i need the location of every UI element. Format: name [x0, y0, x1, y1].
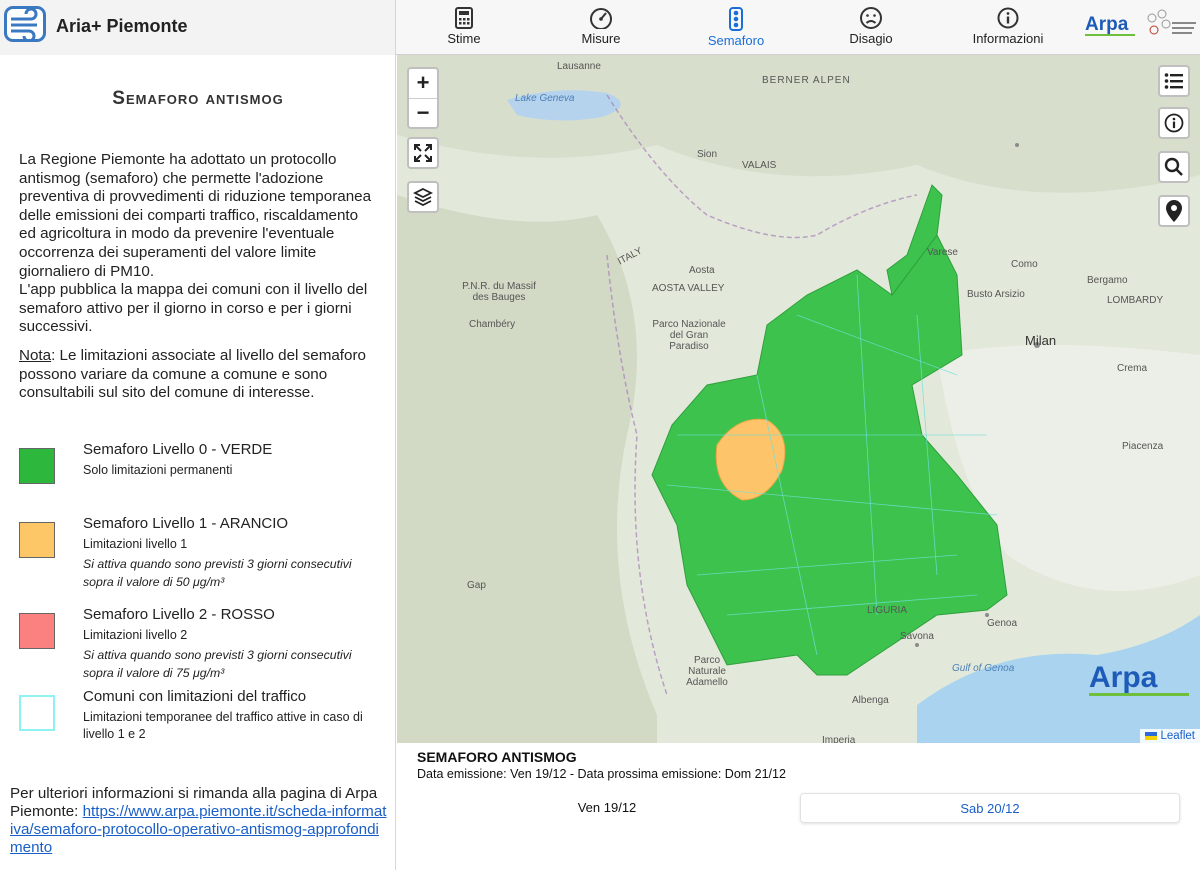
legend-swatch-green: [19, 448, 55, 484]
legend-title: Semaforo Livello 1 - ARANCIO: [83, 515, 289, 532]
day-tab-today[interactable]: Ven 19/12: [417, 793, 797, 823]
app-title: Aria+ Piemonte: [56, 16, 188, 36]
app-logo-icon: [4, 6, 46, 43]
map-label: Piacenza: [1122, 441, 1164, 452]
sad-face-icon: [860, 7, 882, 29]
map-label: Milan: [1025, 333, 1057, 348]
map-info-button[interactable]: [1158, 107, 1190, 139]
map-view[interactable]: Lausanne Lake Geneva Sion VALAIS ITALY A…: [397, 55, 1200, 743]
fullscreen-button[interactable]: [407, 137, 439, 169]
map-label: Parco Naturale Adamello: [686, 655, 728, 688]
map-label: Gap: [467, 580, 486, 591]
top-header: Aria+ Piemonte Stime Misure Semaforo Dis…: [0, 0, 1200, 55]
map-label: LOMBARDY: [1107, 295, 1164, 306]
list-button[interactable]: [1158, 65, 1190, 97]
intro-paragraph-1: La Regione Piemonte ha adottato un proto…: [19, 151, 372, 280]
more-info: Per ulteriori informazioni si rimanda al…: [10, 785, 388, 857]
map-label: VALAIS: [742, 160, 777, 171]
map-label: Crema: [1117, 363, 1148, 374]
tab-semaforo[interactable]: Semaforo: [701, 0, 771, 55]
legend-swatch-orange: [19, 522, 55, 558]
ukraine-flag-icon: [1145, 731, 1158, 740]
tab-informazioni-label: Informazioni: [972, 31, 1044, 46]
map-label: Lausanne: [557, 61, 601, 72]
legend-title: Semaforo Livello 0 - VERDE: [83, 441, 273, 458]
legend-subtitle: Solo limitazioni permanenti: [83, 463, 233, 477]
day-tab-tomorrow[interactable]: Sab 20/12: [800, 793, 1180, 823]
locate-button[interactable]: [1158, 195, 1190, 227]
tab-disagio[interactable]: Disagio: [841, 0, 901, 55]
panel-title: SEMAFORO ANTISMOG: [417, 749, 577, 765]
map-label: Gulf of Genoa: [952, 663, 1015, 674]
legend-title: Semaforo Livello 2 - ROSSO: [83, 606, 275, 623]
map-label: Chambéry: [469, 319, 516, 330]
arpa-logo-text: Arpa: [1085, 14, 1129, 35]
legend-description: Si attiva quando sono previsti 3 giorni …: [83, 648, 352, 680]
info-icon: [997, 7, 1019, 29]
intro-paragraph-2: L'app pubblica la mappa dei comuni con i…: [19, 281, 368, 336]
map-label: Como: [1011, 259, 1038, 270]
legend-swatch-cyan: [19, 695, 55, 731]
layers-icon: [413, 187, 433, 207]
list-icon: [1164, 73, 1183, 89]
legend-title: Comuni con limitazioni del traffico: [83, 688, 307, 705]
forecast-panel: SEMAFORO ANTISMOG Data emissione: Ven 19…: [397, 743, 1200, 870]
leaflet-link[interactable]: Leaflet: [1160, 730, 1195, 742]
map-label: Busto Arsizio: [967, 289, 1025, 300]
map-label: Aosta: [689, 265, 715, 276]
legend-subtitle: Limitazioni temporanee del traffico atti…: [83, 710, 363, 741]
map-label: AOSTA VALLEY: [652, 283, 725, 294]
note-body: : Le limitazioni associate al livello de…: [19, 347, 366, 402]
map-label: P.N.R. du Massif des Bauges: [462, 281, 536, 303]
map-label: Imperia: [822, 735, 856, 743]
gauge-icon: [590, 8, 612, 29]
main-nav: Stime Misure Semaforo Disagio Informazio…: [396, 0, 1076, 55]
layers-button[interactable]: [407, 181, 439, 213]
tab-informazioni[interactable]: Informazioni: [966, 0, 1050, 55]
map-label: Lake Geneva: [515, 93, 575, 104]
search-icon: [1164, 157, 1183, 176]
map-label: Genoa: [987, 618, 1018, 629]
tab-semaforo-label: Semaforo: [707, 33, 765, 48]
fullscreen-icon: [414, 144, 432, 162]
sidebar-title: Semaforo antismog: [112, 88, 284, 109]
arpa-logo: Arpa: [1085, 8, 1137, 45]
map-label: Albenga: [852, 695, 889, 706]
map-label: BERNER ALPEN: [762, 75, 851, 86]
location-pin-icon: [1166, 200, 1182, 222]
tab-stime-label: Stime: [447, 31, 481, 46]
arpa-map-logo: Arpa: [1087, 655, 1197, 712]
map-label: Bergamo: [1087, 275, 1128, 286]
legend-description: Si attiva quando sono previsti 3 giorni …: [83, 557, 352, 589]
note-text: Nota: Le limitazioni associate al livell…: [19, 347, 381, 403]
info-sidebar: Semaforo antismog La Regione Piemonte ha…: [0, 55, 396, 870]
tab-disagio-label: Disagio: [849, 31, 893, 46]
map-label: Sion: [697, 149, 718, 160]
map-label: Varese: [927, 247, 958, 258]
zoom-out-button[interactable]: −: [409, 98, 437, 127]
sistema-nazionale-logo: [1142, 8, 1198, 49]
map-label: Parco Nazionale del Gran Paradiso: [652, 319, 726, 352]
traffic-light-icon: [729, 7, 743, 31]
map-label: LIGURIA: [867, 605, 908, 616]
tab-misure-label: Misure: [581, 31, 621, 46]
intro-text: La Regione Piemonte ha adottato un proto…: [19, 151, 379, 337]
zoom-in-button[interactable]: +: [409, 69, 437, 98]
app-brand: Aria+ Piemonte: [0, 0, 396, 55]
zoom-control: + −: [407, 67, 439, 129]
note-label: Nota: [19, 347, 52, 364]
tab-misure[interactable]: Misure: [571, 0, 631, 55]
search-button[interactable]: [1158, 151, 1190, 183]
map-label: Savona: [900, 631, 934, 642]
tab-stime[interactable]: Stime: [436, 0, 492, 55]
legend-swatch-red: [19, 613, 55, 649]
map-basemap: [397, 55, 1200, 743]
arpa-map-logo-text: Arpa: [1089, 661, 1158, 694]
calculator-icon: [455, 7, 473, 29]
legend-subtitle: Limitazioni livello 2: [83, 628, 188, 642]
map-attribution[interactable]: Leaflet: [1140, 729, 1200, 743]
emission-dates: Data emissione: Ven 19/12 - Data prossim…: [417, 767, 786, 781]
legend-subtitle: Limitazioni livello 1: [83, 537, 188, 551]
info-icon: [1164, 113, 1184, 133]
